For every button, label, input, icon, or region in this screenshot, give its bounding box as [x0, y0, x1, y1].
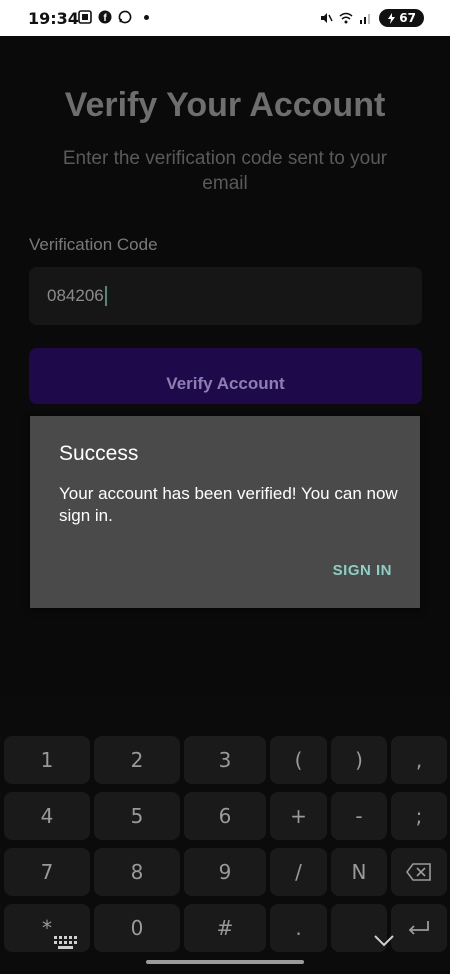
verify-account-button-label: Verify Account [166, 374, 285, 393]
key-label: 0 [130, 916, 144, 940]
key-char[interactable]: 3 [184, 736, 266, 784]
key-label: * [42, 916, 52, 940]
key-label: 3 [218, 748, 232, 772]
page-subtitle: Enter the verification code sent to your… [62, 148, 388, 194]
facebook-icon: f [98, 10, 112, 24]
key-label: 7 [40, 860, 54, 884]
key-label: # [216, 916, 234, 940]
verify-account-button[interactable]: Verify Account [29, 348, 422, 404]
key-char[interactable]: - [331, 792, 387, 840]
signal-icon [360, 14, 371, 24]
verification-code-input[interactable]: 084206 [29, 267, 422, 325]
key-label: 4 [40, 804, 54, 828]
keyboard-switch-icon[interactable] [54, 936, 78, 950]
key-label: ( [294, 748, 303, 772]
key-char[interactable]: 7 [4, 848, 90, 896]
status-time: 19:34 [28, 9, 79, 28]
key-label: 2 [130, 748, 144, 772]
key-label: - [355, 804, 363, 828]
key-char[interactable]: / [270, 848, 327, 896]
verification-code-value: 084206 [47, 286, 104, 305]
home-indicator[interactable] [146, 960, 304, 964]
key-backspace[interactable] [391, 848, 447, 896]
collapse-keyboard-icon[interactable] [373, 934, 395, 948]
whatsapp-icon [118, 10, 132, 24]
key-label: ; [415, 804, 423, 828]
text-cursor [104, 286, 107, 306]
key-label: ) [355, 748, 363, 772]
key-label: / [295, 860, 302, 884]
key-char[interactable]: 0 [94, 904, 180, 952]
key-enter[interactable] [391, 904, 447, 952]
charging-bolt-icon [388, 12, 396, 24]
key-char[interactable]: 9 [184, 848, 266, 896]
key-char[interactable]: + [270, 792, 327, 840]
key-char[interactable]: 4 [4, 792, 90, 840]
status-right-icons: 67 [319, 9, 424, 27]
success-dialog: Success Your account has been verified! … [30, 416, 420, 608]
key-label: 5 [130, 804, 144, 828]
sign-in-button[interactable]: SIGN IN [333, 562, 392, 579]
key-label: + [290, 804, 307, 828]
key-char[interactable]: ) [331, 736, 387, 784]
key-label: . [295, 916, 302, 940]
key-label: 8 [130, 860, 144, 884]
dialog-title: Success [59, 442, 139, 465]
battery-level: 67 [399, 11, 416, 25]
key-char[interactable]: . [270, 904, 327, 952]
key-char[interactable]: ; [391, 792, 447, 840]
page-title: Verify Your Account [64, 86, 386, 124]
backspace-icon [406, 863, 431, 881]
status-bar: 19:34 f 67 [0, 0, 450, 36]
screenshot-icon [78, 10, 92, 24]
key-label: 9 [218, 860, 232, 884]
dialog-message: Your account has been verified! You can … [59, 484, 398, 525]
notification-dot-icon [144, 14, 149, 20]
key-char[interactable]: ( [270, 736, 327, 784]
key-char[interactable]: 5 [94, 792, 180, 840]
key-char[interactable]: N [331, 848, 387, 896]
key-char[interactable]: # [184, 904, 266, 952]
verification-code-label: Verification Code [29, 235, 158, 254]
mute-icon [321, 13, 333, 23]
key-label: N [351, 860, 367, 884]
key-char[interactable]: 2 [94, 736, 180, 784]
numeric-keyboard: 1 2 3 (), 4 5 6 + -; 7 8 9 / N * 0 #. [0, 696, 450, 974]
key-char[interactable]: 8 [94, 848, 180, 896]
key-char[interactable]: 6 [184, 792, 266, 840]
key-label: 1 [40, 748, 54, 772]
key-char[interactable]: , [391, 736, 447, 784]
battery-icon: 67 [379, 9, 424, 27]
verify-screen: Verify Your Account Enter the verificati… [0, 36, 450, 974]
key-label: , [415, 748, 423, 772]
key-char[interactable]: 1 [4, 736, 90, 784]
enter-icon [408, 921, 429, 935]
key-label: 6 [218, 804, 232, 828]
status-left-icons: f [78, 10, 149, 24]
wifi-icon [339, 12, 353, 24]
